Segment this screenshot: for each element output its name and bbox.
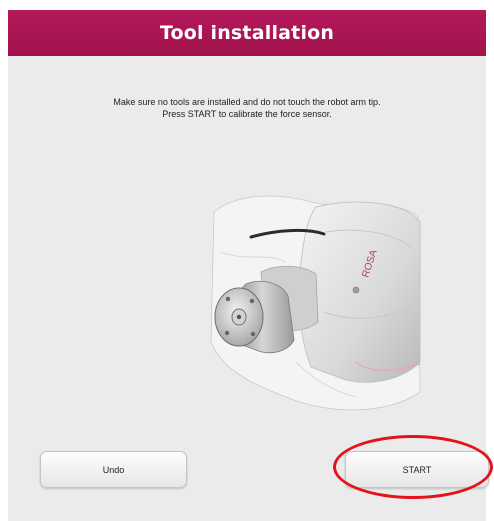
- instruction-text: Make sure no tools are installed and do …: [8, 96, 486, 120]
- start-button[interactable]: START: [345, 451, 489, 488]
- tool-installation-screen: Tool installation Make sure no tools are…: [0, 0, 494, 521]
- undo-button[interactable]: Undo: [40, 451, 187, 488]
- robot-arm-illustration: ROSA: [210, 195, 421, 411]
- arm-body: [298, 201, 421, 383]
- header-bar: Tool installation: [8, 10, 486, 56]
- instruction-line-2: Press START to calibrate the force senso…: [162, 109, 332, 119]
- page-title: Tool installation: [159, 22, 335, 44]
- instruction-line-1: Make sure no tools are installed and do …: [113, 97, 381, 107]
